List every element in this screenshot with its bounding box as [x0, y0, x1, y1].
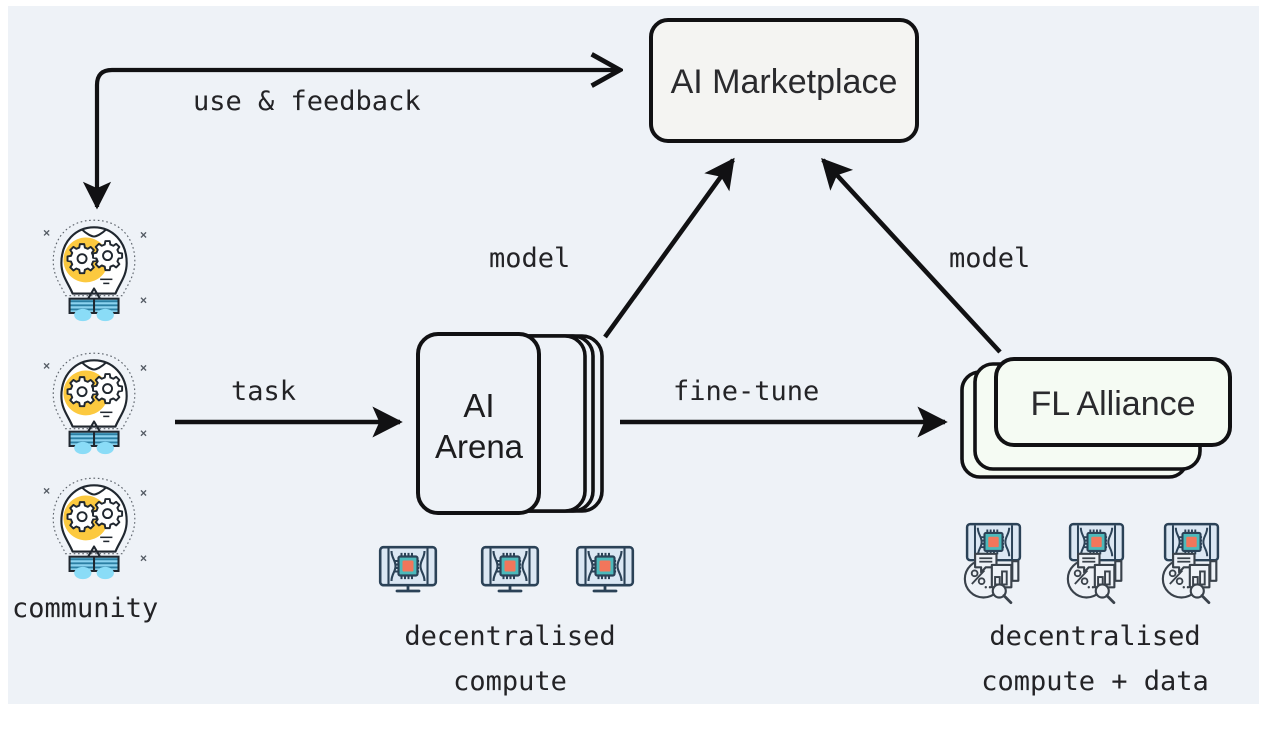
- edge-model-right: model: [821, 157, 1030, 354]
- caption-compute-line2: compute: [453, 666, 567, 697]
- lightbulb-gears-icon: [42, 219, 148, 323]
- edge-label-use-feedback: use & feedback: [193, 86, 421, 117]
- caption-compute-data-line2: compute + data: [981, 666, 1209, 697]
- edge-fine-tune: fine-tune: [620, 376, 948, 438]
- caption-compute-line1: decentralised: [404, 621, 615, 652]
- edge-label-fine-tune: fine-tune: [673, 376, 819, 407]
- ai-marketplace-label: AI Marketplace: [671, 63, 898, 101]
- compute-chip-monitor-icon: [575, 545, 635, 593]
- fl-alliance-node[interactable]: FL Alliance: [960, 357, 1232, 479]
- lightbulb-gears-icon: [42, 477, 148, 581]
- lightbulb-gears-icon: [42, 352, 148, 456]
- edge-label-model-right: model: [949, 243, 1030, 274]
- ai-arena-label-line2: Arena: [435, 428, 524, 465]
- model-left-arrow: [603, 157, 735, 339]
- edge-task: task: [175, 376, 403, 438]
- ai-marketplace-node[interactable]: AI Marketplace: [649, 18, 919, 143]
- fl-alliance-label: FL Alliance: [1030, 385, 1195, 423]
- diagram-stage: use & feedback task fine-tune model mode…: [0, 0, 1279, 729]
- caption-community: community: [12, 593, 158, 624]
- ecosystem-diagram: use & feedback task fine-tune model mode…: [12, 18, 1232, 697]
- compute-chip-monitor-icon: [480, 545, 540, 593]
- edge-label-task: task: [231, 376, 296, 407]
- ai-arena-label-line1: AI: [463, 387, 494, 424]
- decentralised-compute-group: decentralised compute: [378, 545, 635, 697]
- compute-chip-monitor-icon: [378, 545, 438, 593]
- edge-model-left: model: [489, 157, 735, 339]
- decentralised-compute-data-group: decentralised compute + data: [963, 522, 1220, 697]
- edge-use-feedback: use & feedback: [97, 70, 620, 207]
- caption-compute-data-line1: decentralised: [989, 621, 1200, 652]
- community-group: community: [12, 219, 158, 624]
- edge-label-model-left: model: [489, 243, 570, 274]
- ai-arena-node[interactable]: AI Arena: [416, 332, 604, 515]
